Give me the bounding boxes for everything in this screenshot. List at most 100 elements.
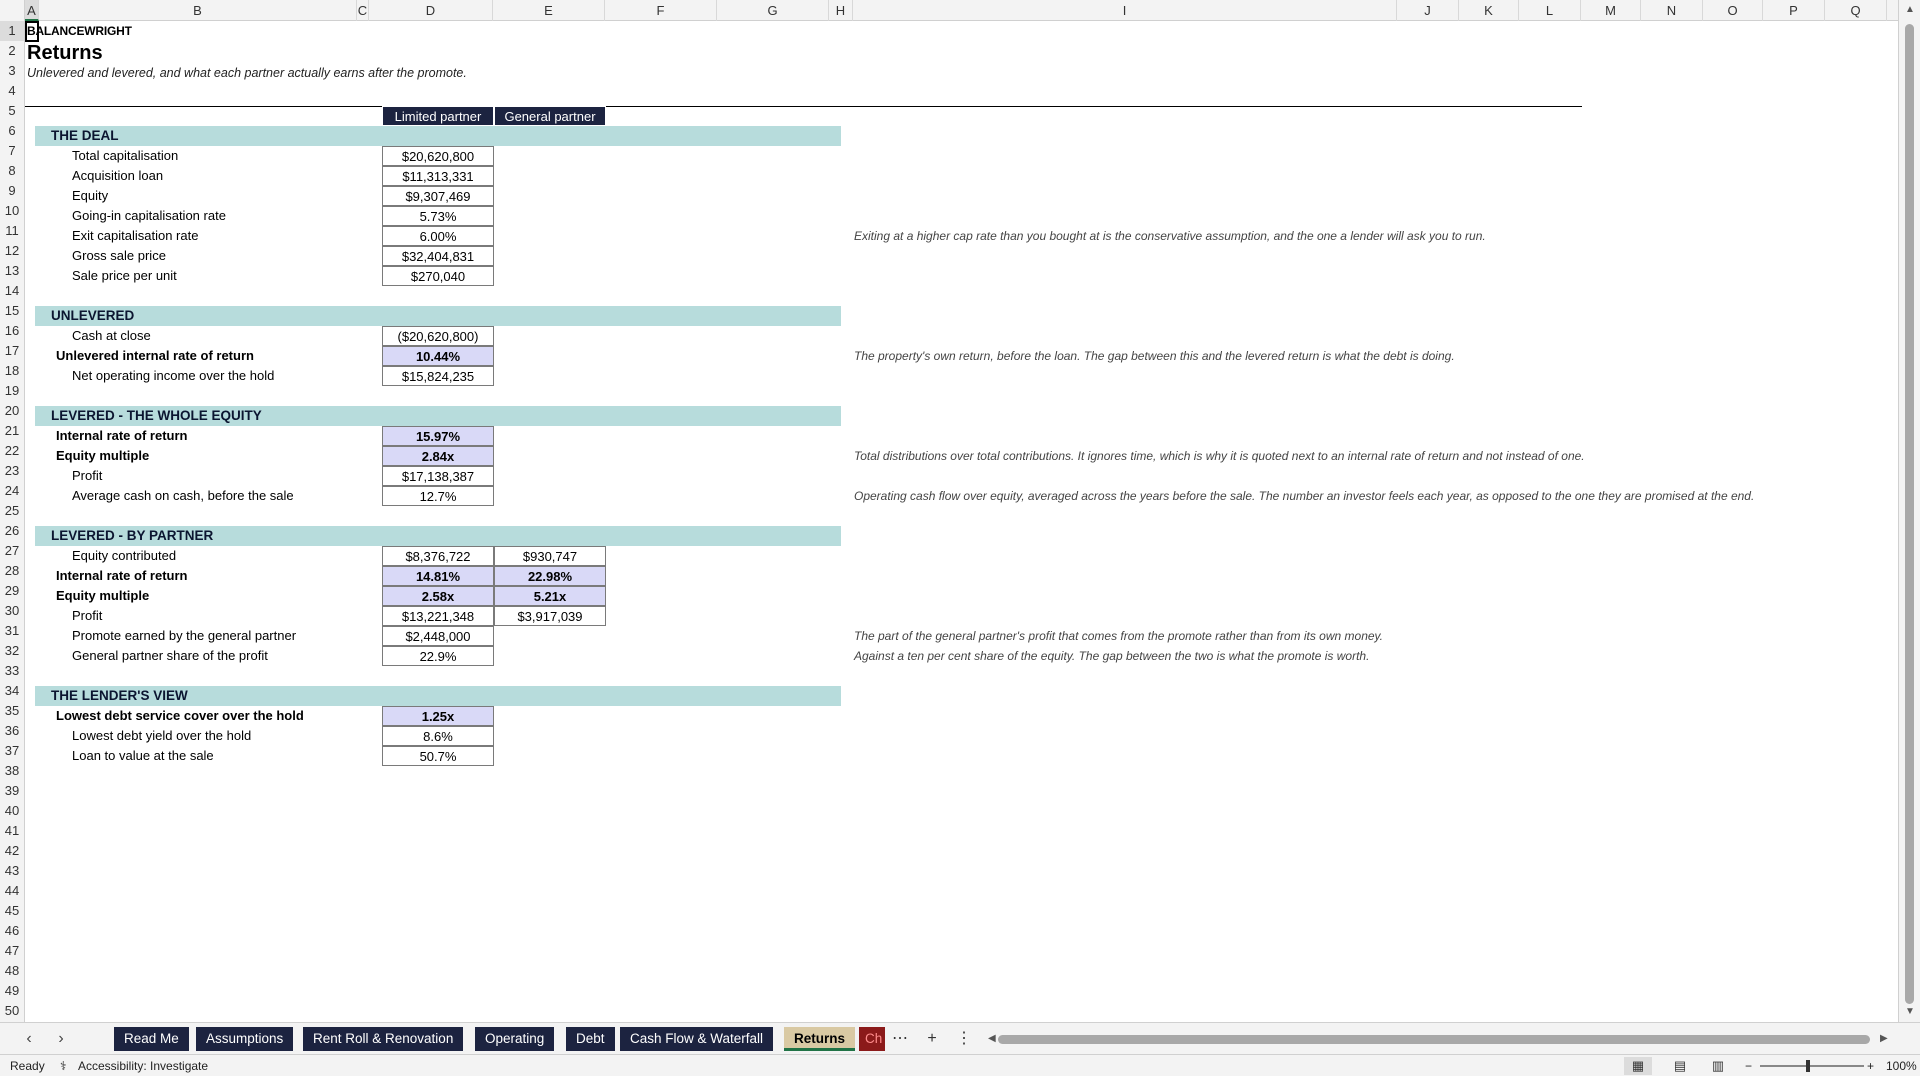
row-header[interactable]: 14 bbox=[0, 281, 24, 301]
row-header[interactable]: 45 bbox=[0, 901, 24, 921]
zoom-slider-thumb[interactable] bbox=[1806, 1060, 1810, 1072]
row-header[interactable]: 13 bbox=[0, 261, 24, 281]
value-equity-contributed-gp[interactable]: $930,747 bbox=[494, 546, 606, 566]
column-header-m[interactable]: M bbox=[1581, 0, 1641, 21]
value-net-operating-income[interactable]: $15,824,235 bbox=[382, 366, 494, 386]
row-header[interactable]: 22 bbox=[0, 441, 24, 461]
row-header[interactable]: 4 bbox=[0, 81, 24, 101]
value-partner-irr-lp[interactable]: 14.81% bbox=[382, 566, 494, 586]
value-unlevered-irr[interactable]: 10.44% bbox=[382, 346, 494, 366]
row-header[interactable]: 29 bbox=[0, 581, 24, 601]
value-equity[interactable]: $9,307,469 bbox=[382, 186, 494, 206]
vertical-scrollbar[interactable]: ▲ ▼ bbox=[1898, 0, 1920, 1022]
row-header[interactable]: 8 bbox=[0, 161, 24, 181]
row-header[interactable]: 44 bbox=[0, 881, 24, 901]
tab-charts-partial[interactable]: Ch bbox=[859, 1027, 885, 1051]
scroll-right-icon[interactable]: ▶ bbox=[1880, 1031, 1888, 1047]
row-header[interactable]: 10 bbox=[0, 201, 24, 221]
row-header[interactable]: 11 bbox=[0, 221, 24, 241]
zoom-out-icon[interactable]: − bbox=[1745, 1055, 1752, 1076]
row-header[interactable]: 30 bbox=[0, 601, 24, 621]
plus-icon[interactable]: + bbox=[922, 1027, 942, 1051]
column-header-p[interactable]: P bbox=[1763, 0, 1825, 21]
row-header[interactable]: 43 bbox=[0, 861, 24, 881]
value-acquisition-loan[interactable]: $11,313,331 bbox=[382, 166, 494, 186]
row-header[interactable]: 19 bbox=[0, 381, 24, 401]
row-header[interactable]: 7 bbox=[0, 141, 24, 161]
value-levered-irr[interactable]: 15.97% bbox=[382, 426, 494, 446]
tab-assumptions[interactable]: Assumptions bbox=[196, 1027, 294, 1051]
tab-next-icon[interactable]: › bbox=[52, 1029, 70, 1049]
horizontal-scroll-thumb[interactable] bbox=[998, 1035, 1870, 1044]
row-header[interactable]: 21 bbox=[0, 421, 24, 441]
value-partner-multiple-gp[interactable]: 5.21x bbox=[494, 586, 606, 606]
worksheet-grid[interactable]: BALANCEWRIGHT Returns Unlevered and leve… bbox=[25, 21, 1898, 1022]
column-header-l[interactable]: L bbox=[1519, 0, 1581, 21]
value-sale-price-per-unit[interactable]: $270,040 bbox=[382, 266, 494, 286]
value-promote-earned[interactable]: $2,448,000 bbox=[382, 626, 494, 646]
tab-cash-flow[interactable]: Cash Flow & Waterfall bbox=[620, 1027, 774, 1051]
row-header[interactable]: 3 bbox=[0, 61, 24, 81]
scroll-left-icon[interactable]: ◀ bbox=[988, 1031, 996, 1047]
column-header-b[interactable]: B bbox=[39, 0, 357, 21]
row-header[interactable]: 48 bbox=[0, 961, 24, 981]
column-header-k[interactable]: K bbox=[1459, 0, 1519, 21]
column-header-q[interactable]: Q bbox=[1825, 0, 1887, 21]
row-header[interactable]: 2 bbox=[0, 41, 24, 61]
row-header[interactable]: 26 bbox=[0, 521, 24, 541]
row-header[interactable]: 38 bbox=[0, 761, 24, 781]
row-header[interactable]: 32 bbox=[0, 641, 24, 661]
row-header[interactable]: 49 bbox=[0, 981, 24, 1001]
row-header[interactable]: 46 bbox=[0, 921, 24, 941]
column-header-d[interactable]: D bbox=[369, 0, 493, 21]
page-layout-icon[interactable]: ▤ bbox=[1666, 1057, 1694, 1075]
value-total-capitalisation[interactable]: $20,620,800 bbox=[382, 146, 494, 166]
value-profit[interactable]: $17,138,387 bbox=[382, 466, 494, 486]
row-header[interactable]: 5 bbox=[0, 101, 24, 121]
accessibility-icon[interactable]: ⚕ bbox=[60, 1055, 67, 1076]
column-header-f[interactable]: F bbox=[605, 0, 717, 21]
row-header[interactable]: 33 bbox=[0, 661, 24, 681]
ellipsis-icon[interactable]: ⋯ bbox=[890, 1027, 910, 1051]
vertical-ellipsis-icon[interactable]: ⋮ bbox=[954, 1027, 974, 1051]
value-partner-irr-gp[interactable]: 22.98% bbox=[494, 566, 606, 586]
value-debt-yield[interactable]: 8.6% bbox=[382, 726, 494, 746]
value-exit-cap-rate[interactable]: 6.00% bbox=[382, 226, 494, 246]
row-header[interactable]: 12 bbox=[0, 241, 24, 261]
value-debt-service-cover[interactable]: 1.25x bbox=[382, 706, 494, 726]
column-header-i[interactable]: I bbox=[853, 0, 1397, 21]
column-header-a[interactable]: A bbox=[25, 0, 39, 21]
row-header[interactable]: 28 bbox=[0, 561, 24, 581]
row-header[interactable]: 24 bbox=[0, 481, 24, 501]
select-all-corner[interactable] bbox=[0, 0, 25, 21]
page-break-icon[interactable]: ▥ bbox=[1704, 1057, 1732, 1075]
column-header-e[interactable]: E bbox=[493, 0, 605, 21]
zoom-slider[interactable] bbox=[1760, 1065, 1864, 1067]
row-header[interactable]: 47 bbox=[0, 941, 24, 961]
row-header[interactable]: 50 bbox=[0, 1001, 24, 1021]
row-header[interactable]: 39 bbox=[0, 781, 24, 801]
accessibility-status[interactable]: Accessibility: Investigate bbox=[78, 1055, 208, 1076]
tab-prev-icon[interactable]: ‹ bbox=[20, 1029, 38, 1049]
tab-rent-roll[interactable]: Rent Roll & Renovation bbox=[303, 1027, 464, 1051]
zoom-level[interactable]: 100% bbox=[1886, 1055, 1917, 1076]
row-header[interactable]: 1 bbox=[0, 21, 24, 41]
horizontal-scrollbar[interactable]: ◀ ▶ bbox=[988, 1031, 1892, 1047]
value-cash-at-close[interactable]: ($20,620,800) bbox=[382, 326, 494, 346]
tab-operating[interactable]: Operating bbox=[475, 1027, 555, 1051]
row-header[interactable]: 27 bbox=[0, 541, 24, 561]
row-header[interactable]: 16 bbox=[0, 321, 24, 341]
value-equity-contributed-lp[interactable]: $8,376,722 bbox=[382, 546, 494, 566]
row-header[interactable]: 31 bbox=[0, 621, 24, 641]
zoom-in-icon[interactable]: + bbox=[1867, 1055, 1874, 1076]
tab-read-me[interactable]: Read Me bbox=[114, 1027, 189, 1051]
row-header[interactable]: 6 bbox=[0, 121, 24, 141]
value-loan-to-value[interactable]: 50.7% bbox=[382, 746, 494, 766]
value-gp-profit-share[interactable]: 22.9% bbox=[382, 646, 494, 666]
value-cash-on-cash[interactable]: 12.7% bbox=[382, 486, 494, 506]
row-header[interactable]: 42 bbox=[0, 841, 24, 861]
vertical-scroll-thumb[interactable] bbox=[1905, 24, 1914, 1004]
row-header[interactable]: 34 bbox=[0, 681, 24, 701]
row-header[interactable]: 40 bbox=[0, 801, 24, 821]
value-partner-multiple-lp[interactable]: 2.58x bbox=[382, 586, 494, 606]
